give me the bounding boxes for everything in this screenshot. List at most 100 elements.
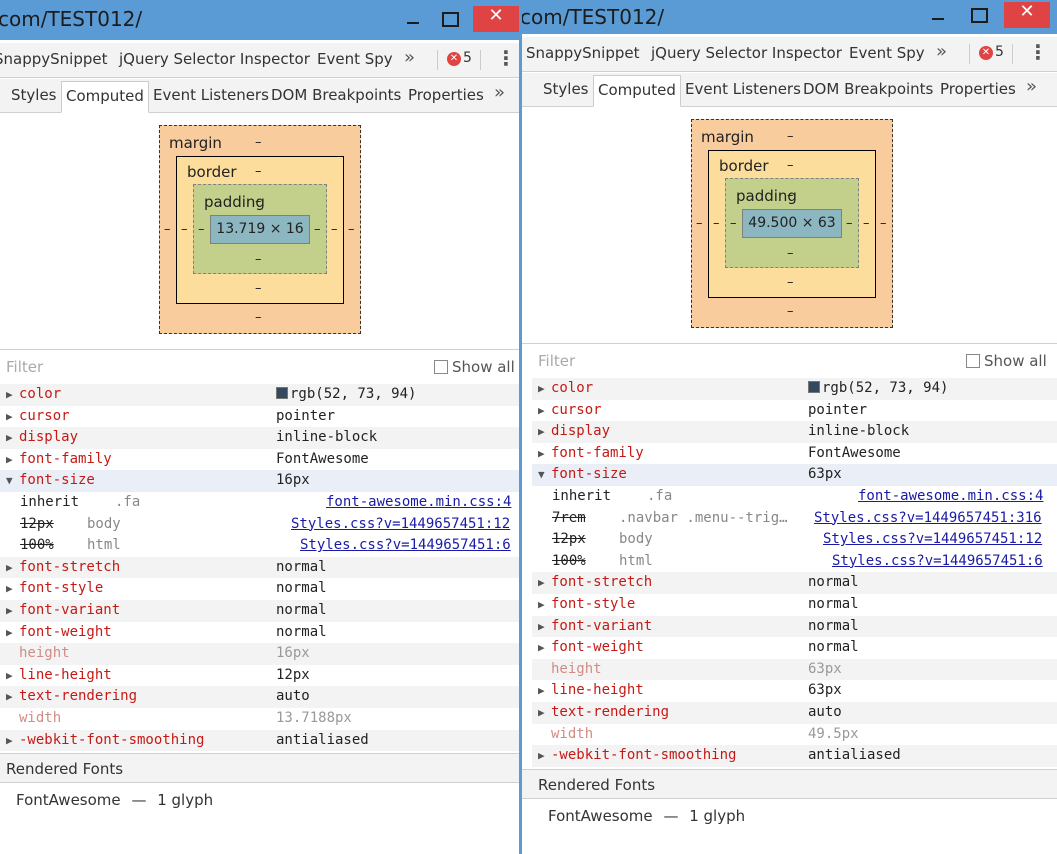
border-right-value[interactable]: – xyxy=(331,222,338,237)
expand-triangle-icon[interactable]: ▶ xyxy=(6,686,13,708)
expand-triangle-icon[interactable]: ▶ xyxy=(538,745,545,767)
padding-bottom-value[interactable]: – xyxy=(787,246,794,261)
tab-properties[interactable]: Properties xyxy=(408,86,484,104)
margin-top-value[interactable]: – xyxy=(787,129,794,144)
box-model-content-size[interactable]: 13.719 × 16 xyxy=(210,215,310,244)
trace-source-link[interactable]: Styles.css?v=1449657451:12 xyxy=(291,514,510,536)
filter-input[interactable]: Filter xyxy=(6,358,43,376)
chevron-double-right-icon[interactable]: » xyxy=(404,47,415,68)
margin-right-value[interactable]: – xyxy=(880,216,887,231)
tab-properties[interactable]: Properties xyxy=(940,80,1016,98)
expand-triangle-icon[interactable]: ▶ xyxy=(6,665,13,687)
property-row[interactable]: ▶ cursor pointer xyxy=(532,400,1057,422)
error-icon[interactable]: ✕ xyxy=(979,46,993,60)
margin-bottom-value[interactable]: – xyxy=(255,310,262,325)
tab-jquery-selector-inspector[interactable]: jQuery Selector Inspector xyxy=(119,50,310,68)
tab-computed[interactable]: Computed xyxy=(593,75,681,107)
tab-event-spy[interactable]: Event Spy xyxy=(317,50,393,68)
trace-source-link[interactable]: font-awesome.min.css:4 xyxy=(858,486,1043,508)
tab-styles[interactable]: Styles xyxy=(543,80,589,98)
rendered-fonts-header[interactable]: Rendered Fonts xyxy=(0,753,519,783)
expand-triangle-icon[interactable]: ▶ xyxy=(6,600,13,622)
color-swatch[interactable] xyxy=(808,381,820,393)
tab-snappysnippet[interactable]: SnappySnippet xyxy=(0,50,108,68)
property-row[interactable]: ▶ font-variant normal xyxy=(0,599,519,622)
property-row[interactable]: ▶ font-stretch normal xyxy=(0,556,519,579)
tab-event-listeners[interactable]: Event Listeners xyxy=(685,80,801,98)
title-bar[interactable]: com/TEST012/ ✕ xyxy=(520,0,1057,34)
property-row-inherited[interactable]: width 13.7188px xyxy=(0,708,519,730)
close-icon[interactable]: ✕ xyxy=(1004,1,1050,28)
expand-triangle-icon[interactable]: ▶ xyxy=(538,594,545,616)
tab-snappysnippet[interactable]: SnappySnippet xyxy=(526,44,640,62)
chevron-double-right-icon[interactable]: » xyxy=(494,82,505,103)
filter-input[interactable]: Filter xyxy=(538,352,575,370)
show-all-checkbox[interactable] xyxy=(434,360,448,374)
maximize-icon[interactable] xyxy=(431,6,467,32)
kebab-menu-icon[interactable]: ⋮ xyxy=(496,48,516,68)
margin-right-value[interactable]: – xyxy=(348,222,355,237)
property-row[interactable]: ▶ color rgb(52, 73, 94) xyxy=(0,384,519,406)
property-row[interactable]: ▶ -webkit-font-smoothing antialiased xyxy=(532,745,1057,767)
padding-left-value[interactable]: – xyxy=(198,222,205,237)
property-row[interactable]: ▶ cursor pointer xyxy=(0,406,519,428)
margin-left-value[interactable]: – xyxy=(164,222,171,237)
property-row-inherited[interactable]: height 16px xyxy=(0,643,519,665)
minimize-icon[interactable] xyxy=(920,2,956,28)
property-row[interactable]: ▶ font-variant normal xyxy=(532,615,1057,638)
property-row[interactable]: ▶ font-stretch normal xyxy=(532,572,1057,594)
chevron-double-right-icon[interactable]: » xyxy=(1026,76,1037,97)
rendered-fonts-header[interactable]: Rendered Fonts xyxy=(520,769,1057,799)
tab-event-listeners[interactable]: Event Listeners xyxy=(153,86,269,104)
expand-triangle-icon[interactable]: ▶ xyxy=(538,637,545,659)
padding-top-value[interactable]: – xyxy=(255,194,262,209)
trace-source-link[interactable]: Styles.css?v=1449657451:6 xyxy=(300,535,511,557)
property-row-expanded[interactable]: ▼ font-size 63px xyxy=(532,464,1057,486)
margin-left-value[interactable]: – xyxy=(696,216,703,231)
border-bottom-value[interactable]: – xyxy=(787,275,794,290)
property-row-inherited[interactable]: height 63px xyxy=(532,658,1057,681)
color-swatch[interactable] xyxy=(276,387,288,399)
property-row[interactable]: ▶ line-height 12px xyxy=(0,665,519,687)
property-row[interactable]: ▶ font-style normal xyxy=(0,578,519,600)
expand-triangle-icon[interactable]: ▶ xyxy=(538,400,545,422)
expand-triangle-icon[interactable]: ▶ xyxy=(538,616,545,638)
border-right-value[interactable]: – xyxy=(863,216,870,231)
padding-left-value[interactable]: – xyxy=(730,216,737,231)
expand-triangle-icon[interactable]: ▶ xyxy=(6,730,13,752)
trace-source-link[interactable]: Styles.css?v=1449657451:316 xyxy=(814,508,1042,530)
expand-triangle-icon[interactable]: ▶ xyxy=(6,449,13,471)
expand-triangle-icon[interactable]: ▶ xyxy=(6,406,13,428)
property-row-expanded[interactable]: ▼ font-size 16px xyxy=(0,470,519,492)
tab-computed[interactable]: Computed xyxy=(61,81,149,113)
expand-triangle-icon[interactable]: ▶ xyxy=(6,622,13,644)
trace-source-link[interactable]: Styles.css?v=1449657451:6 xyxy=(832,551,1043,573)
padding-bottom-value[interactable]: – xyxy=(255,252,262,267)
tab-dom-breakpoints[interactable]: DOM Breakpoints xyxy=(803,80,933,98)
property-row[interactable]: ▶ font-style normal xyxy=(532,594,1057,616)
property-row[interactable]: ▶ text-rendering auto xyxy=(0,686,519,708)
expand-triangle-icon[interactable]: ▶ xyxy=(538,680,545,702)
maximize-icon[interactable] xyxy=(960,2,996,28)
border-top-value[interactable]: – xyxy=(255,164,262,179)
border-top-value[interactable]: – xyxy=(787,158,794,173)
border-left-value[interactable]: – xyxy=(713,216,720,231)
expand-triangle-icon[interactable]: ▶ xyxy=(538,378,545,400)
expand-triangle-icon[interactable]: ▶ xyxy=(6,578,13,600)
tab-event-spy[interactable]: Event Spy xyxy=(849,44,925,62)
box-model-content-size[interactable]: 49.500 × 63 xyxy=(742,209,842,238)
error-count[interactable]: 5 xyxy=(463,50,472,66)
border-left-value[interactable]: – xyxy=(181,222,188,237)
collapse-triangle-icon[interactable]: ▼ xyxy=(538,464,545,486)
error-count[interactable]: 5 xyxy=(995,44,1004,60)
padding-right-value[interactable]: – xyxy=(314,222,321,237)
trace-source-link[interactable]: font-awesome.min.css:4 xyxy=(326,492,511,514)
margin-bottom-value[interactable]: – xyxy=(787,304,794,319)
property-row[interactable]: ▶ -webkit-font-smoothing antialiased xyxy=(0,729,519,752)
expand-triangle-icon[interactable]: ▶ xyxy=(538,572,545,594)
error-icon[interactable]: ✕ xyxy=(447,52,461,66)
collapse-triangle-icon[interactable]: ▼ xyxy=(6,470,13,492)
minimize-icon[interactable] xyxy=(395,6,431,32)
trace-source-link[interactable]: Styles.css?v=1449657451:12 xyxy=(823,529,1042,551)
expand-triangle-icon[interactable]: ▶ xyxy=(6,557,13,579)
